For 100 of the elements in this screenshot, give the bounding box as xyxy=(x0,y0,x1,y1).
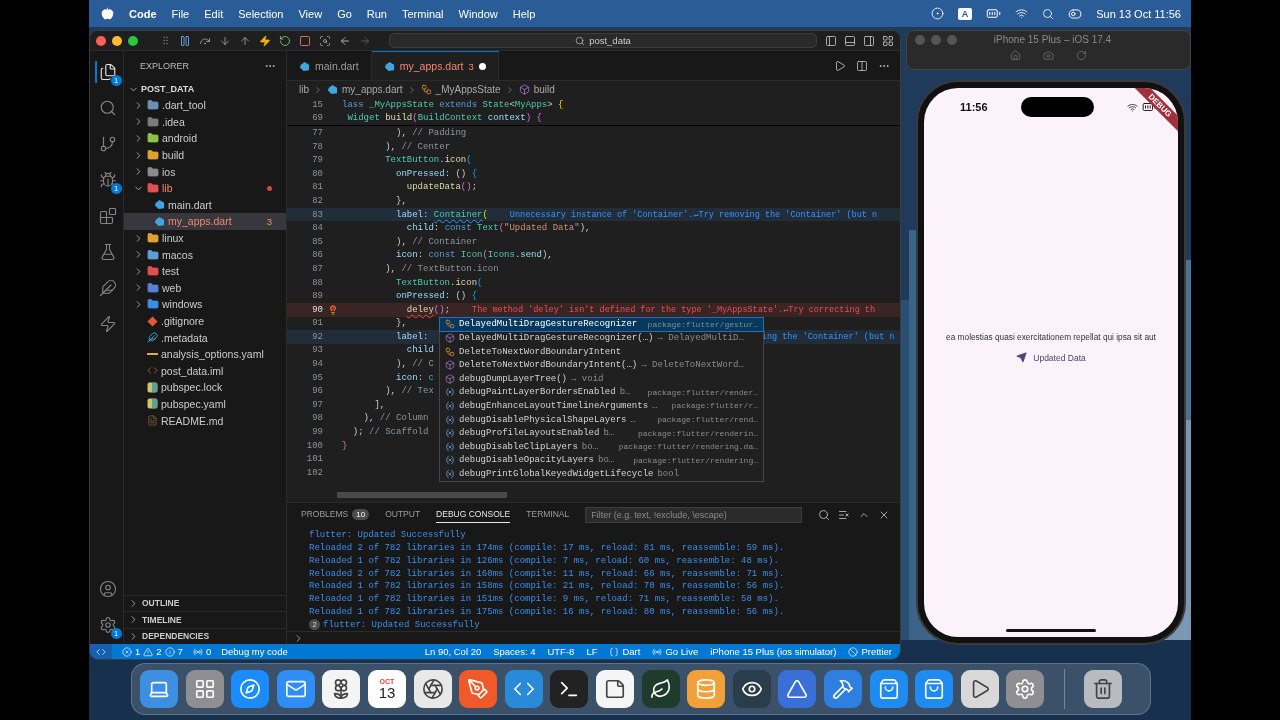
app-icon[interactable] xyxy=(960,670,999,708)
status-item[interactable]: Ln 90, Col 20 xyxy=(424,646,482,657)
tree-item[interactable]: .idea xyxy=(124,113,286,131)
record-icon[interactable] xyxy=(930,7,944,20)
control-center-icon[interactable] xyxy=(1068,6,1083,21)
panel-tab[interactable]: OUTPUT xyxy=(385,506,421,524)
panel-tab[interactable]: PROBLEMS 10 xyxy=(301,505,370,524)
menu-item[interactable]: Go xyxy=(337,7,352,20)
breadcrumb-item[interactable]: build xyxy=(533,84,555,95)
menu-item[interactable]: Code xyxy=(129,7,157,20)
app-icon[interactable] xyxy=(823,670,862,708)
app-icon[interactable] xyxy=(231,670,270,708)
stop-icon[interactable] xyxy=(299,34,311,47)
panel-tab[interactable]: TERMINAL xyxy=(526,506,570,524)
menu-item[interactable]: Help xyxy=(512,7,536,20)
app-icon[interactable] xyxy=(869,670,908,708)
app-icon[interactable] xyxy=(459,670,498,708)
zoom-button[interactable] xyxy=(128,35,138,46)
tree-item[interactable]: test xyxy=(124,262,286,280)
tree-item[interactable]: macos xyxy=(124,246,286,263)
ports-status[interactable]: 0 xyxy=(192,646,212,657)
scrollbar[interactable] xyxy=(337,492,507,498)
tree-item[interactable]: lib xyxy=(124,179,286,197)
panel-right-icon[interactable] xyxy=(863,34,875,47)
app-icon[interactable] xyxy=(413,670,452,708)
breadcrumb-item[interactable]: _MyAppsState xyxy=(435,84,501,95)
suggestion-item[interactable]: debugDisablePhysicalShapeLayers … package:flutter/rend… xyxy=(440,412,763,427)
input-source[interactable]: A xyxy=(957,7,973,20)
workspace-folder[interactable]: POST_DATA xyxy=(124,81,286,97)
status-item[interactable]: Go Live xyxy=(652,646,699,657)
status-item[interactable]: Debug my code xyxy=(221,646,288,657)
status-item[interactable]: UTF-8 xyxy=(547,646,575,657)
app-icon[interactable] xyxy=(276,670,315,708)
tree-item[interactable]: windows xyxy=(124,296,286,313)
layout-icon[interactable] xyxy=(882,34,894,47)
suggestion-item[interactable]: debugPaintLayerBordersEnabled b… package:flutter/render… xyxy=(440,385,763,400)
tree-item[interactable]: .gitignore xyxy=(124,312,286,330)
menu-item[interactable]: Window xyxy=(458,7,498,20)
split-icon[interactable] xyxy=(856,59,868,72)
tree-item[interactable]: README.md xyxy=(124,412,286,429)
problems-status[interactable]: 1 2 7 xyxy=(122,646,183,657)
suggestion-item[interactable]: debugPrintGlobalKeyedWidgetLifecycle bool xyxy=(440,467,763,481)
command-center[interactable]: post_data xyxy=(389,33,817,48)
sidebar-section[interactable]: OUTLINE xyxy=(124,594,286,611)
app-icon[interactable] xyxy=(595,670,634,708)
wifi-icon[interactable] xyxy=(1015,7,1029,20)
tree-item[interactable]: pubspec.lock xyxy=(124,379,286,396)
minimize-button[interactable] xyxy=(112,35,122,46)
tree-item[interactable]: main.dart xyxy=(124,196,286,214)
update-button[interactable]: Updated Data xyxy=(1010,350,1092,365)
back-icon[interactable] xyxy=(339,34,351,47)
suggestion-item[interactable]: DelayedMultiDragGestureRecognizer(…) → DelayedMultiD… xyxy=(440,331,763,345)
editor-tab[interactable]: my_apps.dart 3 xyxy=(371,51,499,80)
tree-item[interactable]: android xyxy=(124,130,286,147)
tree-item[interactable]: my_apps.dart 3 xyxy=(124,213,286,230)
app-icon[interactable] xyxy=(915,670,954,708)
app-icon[interactable] xyxy=(140,670,178,708)
status-item[interactable]: iPhone 15 Plus (ios simulator) xyxy=(710,646,837,657)
app-icon[interactable] xyxy=(1006,670,1045,708)
run-icon[interactable] xyxy=(834,59,846,72)
filter-field[interactable]: Filter (e.g. text, !exclude, \escape) xyxy=(585,506,802,523)
suggestion-item[interactable]: debugDisableOpacityLayers bo… package:flutter/rendering… xyxy=(440,453,763,468)
tree-item[interactable]: build xyxy=(124,146,286,164)
suggestion-item[interactable]: debugProfileLayoutsEnabled b… package:flutter/renderin… xyxy=(440,426,763,440)
tree-item[interactable]: pubspec.yaml xyxy=(124,395,286,413)
app-icon[interactable] xyxy=(1084,670,1123,708)
app-icon[interactable] xyxy=(185,670,224,708)
clear-icon[interactable] xyxy=(838,508,850,521)
panel-bottom-icon[interactable] xyxy=(844,34,856,47)
panel-left-icon[interactable] xyxy=(825,34,837,47)
pause-icon[interactable] xyxy=(179,34,191,47)
step-into-icon[interactable] xyxy=(219,34,231,47)
suggestion-item[interactable]: debugDumpLayerTree() → void xyxy=(440,371,763,386)
app-icon[interactable] xyxy=(641,670,680,708)
app-icon[interactable] xyxy=(778,670,817,708)
sidebar-section[interactable]: TIMELINE xyxy=(124,611,286,628)
app-icon[interactable] xyxy=(322,670,361,708)
search-icon[interactable] xyxy=(818,508,830,521)
apple-icon[interactable] xyxy=(101,7,114,20)
tree-item[interactable]: .metadata xyxy=(124,329,286,346)
status-item[interactable]: Dart xyxy=(609,646,641,657)
search-icon[interactable] xyxy=(1042,7,1055,20)
app-icon[interactable] xyxy=(550,670,589,708)
menu-item[interactable]: Selection xyxy=(238,7,284,20)
suggestion-item[interactable]: debugDisableClipLayers bo… package:flutter/rendering.da… xyxy=(440,439,763,454)
status-item[interactable]: LF xyxy=(586,646,598,657)
close-button[interactable] xyxy=(96,35,106,46)
tree-item[interactable]: ios xyxy=(124,163,286,180)
lightning-icon[interactable] xyxy=(259,34,271,47)
menu-item[interactable]: File xyxy=(171,7,190,20)
remote-button[interactable] xyxy=(90,644,112,659)
step-out-icon[interactable] xyxy=(239,34,251,47)
menu-item[interactable]: Run xyxy=(366,7,387,20)
panel-tab[interactable]: DEBUG CONSOLE xyxy=(436,506,511,524)
tree-item[interactable]: linux xyxy=(124,229,286,247)
suggestion-item[interactable]: debugEnhanceLayoutTimelineArguments … package:flutter/r… xyxy=(440,399,763,413)
battery-icon[interactable] xyxy=(986,6,1002,21)
status-item[interactable]: Prettier xyxy=(848,646,892,657)
menu-item[interactable]: Terminal xyxy=(402,7,444,20)
app-icon[interactable] xyxy=(504,670,543,708)
